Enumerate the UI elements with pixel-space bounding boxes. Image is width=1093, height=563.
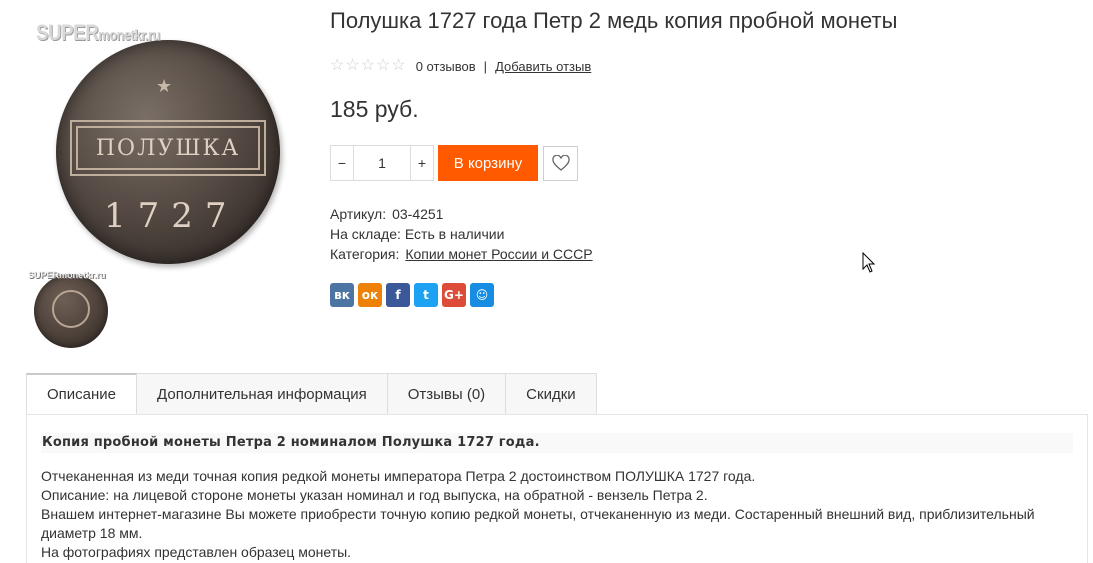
sku-value: 03-4251 — [392, 206, 444, 222]
vk-share-button[interactable]: вк — [330, 283, 354, 307]
reviews-count: 0 отзывов — [415, 58, 476, 74]
facebook-share-button[interactable]: f — [386, 283, 410, 307]
category-row: Категория: Копии монет России и СССР — [330, 244, 593, 264]
description-heading: Копия пробной монеты Петра 2 номиналом П… — [41, 433, 1073, 453]
tab-0[interactable]: Описание — [26, 373, 138, 415]
mouse-cursor-icon — [862, 252, 876, 273]
tab-1[interactable]: Дополнительная информация — [137, 373, 388, 415]
product-price: 185 руб. — [330, 96, 419, 122]
sku-row: Артикул: 03-4251 — [330, 204, 593, 224]
stock-value: Есть в наличии — [404, 226, 505, 242]
wishlist-button[interactable] — [543, 145, 578, 181]
thumbnail-watermark-brand: SUPER — [28, 270, 60, 280]
product-thumbnail[interactable]: SUPERmonetkr.ru — [28, 270, 110, 352]
quantity-decrease-button[interactable]: − — [331, 146, 353, 180]
add-review-link[interactable]: Добавить отзыв — [495, 59, 591, 74]
thumbnail-coin-photo — [34, 274, 108, 348]
coin-denomination: ПОЛУШКА — [76, 126, 260, 170]
quantity-input[interactable] — [353, 146, 411, 180]
coin-frame: ПОЛУШКА — [70, 120, 266, 176]
watermark-logo: SUPERmonetkr.ru — [36, 20, 160, 46]
moimir-share-button[interactable]: ☺ — [470, 283, 494, 307]
tab-3[interactable]: Скидки — [506, 373, 597, 415]
category-link[interactable]: Копии монет России и СССР — [405, 246, 592, 262]
stock-row: На складе: Есть в наличии — [330, 224, 593, 244]
odnoklassniki-share-button[interactable]: ок — [358, 283, 382, 307]
category-label: Категория: — [330, 246, 400, 262]
product-main-image[interactable]: ★ ПОЛУШКА 1727 SUPERmonetkr.ru — [36, 20, 296, 264]
add-to-cart-row: − + В корзину — [330, 145, 578, 181]
description-line: Внашем интернет-магазине Вы можете приоб… — [41, 506, 1035, 541]
rating-stars: ☆ ☆ ☆ ☆ ☆ — [330, 58, 406, 74]
star-mark: ★ — [156, 76, 173, 96]
tab-2[interactable]: Отзывы (0) — [387, 373, 507, 415]
coin-year: 1727 — [104, 196, 239, 236]
social-share: вк ок f t G+ ☺ — [330, 283, 494, 307]
description-line: На фотографиях представлен образец монет… — [41, 544, 352, 560]
description-line: Отчеканенная из меди точная копия редкой… — [41, 468, 756, 484]
watermark-brand: SUPER — [36, 20, 99, 45]
star-icon: ☆ — [391, 57, 406, 74]
quantity-stepper: − + — [330, 145, 434, 181]
twitter-share-button[interactable]: t — [414, 283, 438, 307]
watermark-domain: monetkr.ru — [98, 27, 160, 44]
product-title: Полушка 1727 года Петр 2 медь копия проб… — [330, 8, 898, 33]
description-panel: Копия пробной монеты Петра 2 номиналом П… — [26, 414, 1088, 563]
star-icon: ☆ — [376, 57, 391, 74]
description-body: Отчеканенная из меди точная копия редкой… — [41, 467, 1071, 562]
separator: | — [483, 58, 488, 74]
rating-row: ☆ ☆ ☆ ☆ ☆ 0 отзывов | Добавить отзыв — [330, 58, 591, 74]
google-plus-share-button[interactable]: G+ — [442, 283, 466, 307]
add-to-cart-button[interactable]: В корзину — [438, 145, 538, 181]
monogram-mark — [52, 290, 90, 328]
description-line: Описание: на лицевой стороне монеты указ… — [41, 487, 708, 503]
star-icon: ☆ — [345, 57, 360, 74]
thumbnail-watermark-domain: monetkr.ru — [59, 270, 106, 280]
quantity-increase-button[interactable]: + — [411, 146, 433, 180]
product-meta: Артикул: 03-4251 На складе: Есть в наличии… — [330, 204, 593, 264]
stock-label: На складе: — [330, 226, 401, 242]
thumbnail-watermark: SUPERmonetkr.ru — [28, 270, 106, 280]
product-tabs: Описание Дополнительная информация Отзывы … — [26, 373, 597, 415]
heart-icon — [551, 155, 570, 171]
star-icon: ☆ — [360, 57, 376, 74]
sku-label: Артикул: — [330, 206, 387, 222]
star-icon: ☆ — [330, 57, 345, 74]
coin-photo: ★ ПОЛУШКА 1727 — [56, 40, 280, 264]
